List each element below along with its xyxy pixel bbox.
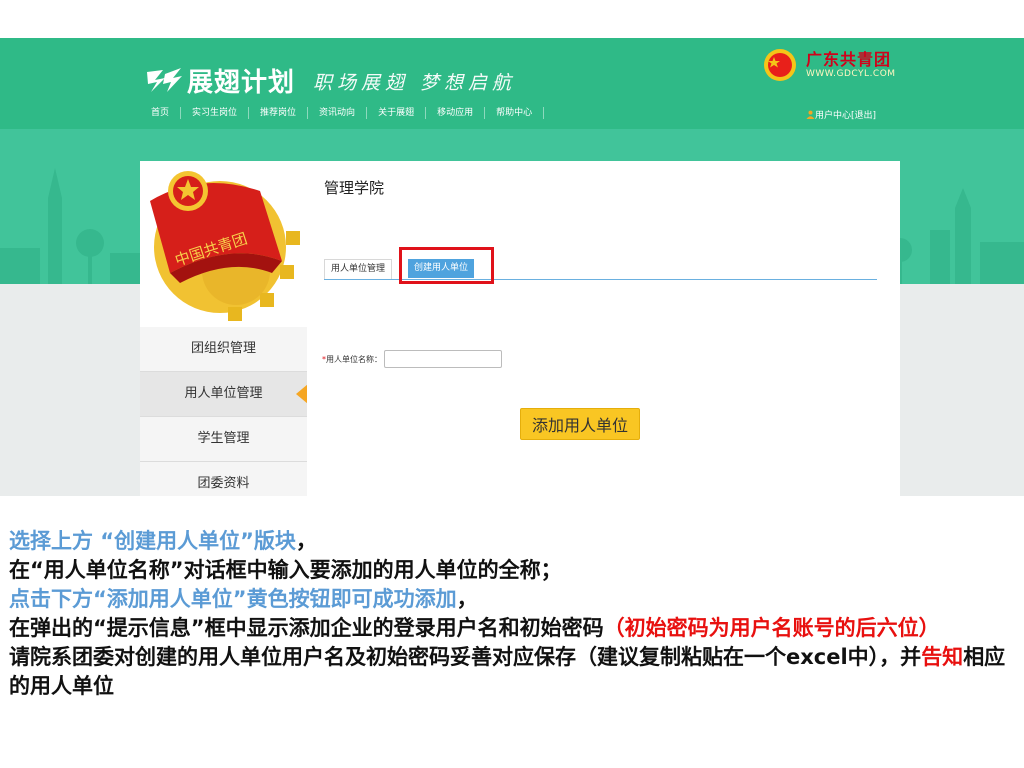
employer-name-label: 用人单位名称： <box>326 354 382 364</box>
sidebar-item-league-documents[interactable]: 团委资料 <box>140 462 307 496</box>
nav-help[interactable]: 帮助中心 <box>485 107 545 119</box>
note-3-highlight: 点击下方“添加用人单位”黄色按钮即可成功添加 <box>9 587 457 611</box>
note-1-highlight: 选择上方 “创建用人单位”版块 <box>9 529 296 553</box>
nav-mobile[interactable]: 移动应用 <box>426 107 486 119</box>
user-center: 用户中心 [退出] <box>806 108 876 121</box>
nav-recommended[interactable]: 推荐岗位 <box>249 107 309 119</box>
sidebar-item-org-management[interactable]: 团组织管理 <box>140 327 307 372</box>
note-line-2: 在“用人单位名称”对话框中输入要添加的用人单位的全称； <box>9 558 562 582</box>
user-icon <box>806 110 815 119</box>
sidebar-item-student-management[interactable]: 学生管理 <box>140 417 307 462</box>
instruction-notes: 选择上方 “创建用人单位”版块， 在“用人单位名称”对话框中输入要添加的用人单位… <box>9 527 1019 701</box>
partner-logo[interactable]: 广东共青团 WWW.GDCYL.COM <box>760 48 896 82</box>
user-center-link[interactable]: 用户中心 <box>815 108 851 121</box>
page-title: 管理学院 <box>324 179 385 197</box>
note-5-highlight: 告知 <box>921 645 964 669</box>
logo-text: 展翅计划 <box>187 67 296 98</box>
employer-name-row: * 用人单位名称： <box>322 350 502 368</box>
site-slogan: 职场展翅 梦想启航 <box>313 72 517 94</box>
note-4-highlight: （初始密码为用户名账号的后六位） <box>603 616 940 640</box>
logout-link[interactable]: [退出] <box>851 108 876 121</box>
site-logo[interactable]: 展翅计划 <box>145 60 295 100</box>
main-panel: 管理学院 用人单位管理 创建用人单位 * 用人单位名称： 添加用人单位 <box>307 161 900 496</box>
site-header: 展翅计划 职场展翅 梦想启航 广东共青团 WWW.GDCYL.COM 首页 实习… <box>0 38 1024 129</box>
tab-employer-management[interactable]: 用人单位管理 <box>324 259 393 279</box>
sidebar-menu: 团组织管理 用人单位管理 学生管理 团委资料 <box>140 327 308 496</box>
note-line-3: 点击下方“添加用人单位”黄色按钮即可成功添加， <box>9 585 1019 614</box>
partner-url: WWW.GDCYL.COM <box>806 68 896 79</box>
note-4-main: 在弹出的“提示信息”框中显示添加企业的登录用户名和初始密码 <box>9 616 604 640</box>
nav-about[interactable]: 关于展翅 <box>367 107 427 119</box>
note-line-4: 在弹出的“提示信息”框中显示添加企业的登录用户名和初始密码（初始密码为用户名账号… <box>9 614 1019 643</box>
note-line-1: 选择上方 “创建用人单位”版块， <box>9 527 1019 556</box>
website-screenshot: 展翅计划 职场展翅 梦想启航 广东共青团 WWW.GDCYL.COM 首页 实习… <box>0 38 1024 496</box>
nav-home[interactable]: 首页 <box>140 107 182 119</box>
add-employer-button[interactable]: 添加用人单位 <box>520 408 640 440</box>
youth-league-emblem: 中国共青团 <box>140 161 307 327</box>
highlight-box <box>399 247 494 284</box>
wings-logo-icon <box>147 68 182 92</box>
youth-league-badge-icon <box>764 49 796 81</box>
partner-name: 广东共青团 <box>806 49 892 69</box>
main-nav: 首页 实习生岗位 推荐岗位 资讯动向 关于展翅 移动应用 帮助中心 <box>140 104 607 122</box>
note-1-tail: ， <box>295 529 317 553</box>
note-3-tail: ， <box>456 587 478 611</box>
emblem-icon: 中国共青团 <box>150 171 300 321</box>
note-line-5: 请院系团委对创建的用人单位用户名及初始密码妥善对应保存（建议复制粘贴在一个exc… <box>9 643 1019 701</box>
nav-news[interactable]: 资讯动向 <box>308 107 368 119</box>
note-5-main: 请院系团委对创建的用人单位用户名及初始密码妥善对应保存（建议复制粘贴在一个exc… <box>9 645 922 669</box>
employer-name-input[interactable] <box>384 350 502 368</box>
sidebar-item-employer-management[interactable]: 用人单位管理 <box>140 372 308 417</box>
nav-internships[interactable]: 实习生岗位 <box>181 107 250 119</box>
